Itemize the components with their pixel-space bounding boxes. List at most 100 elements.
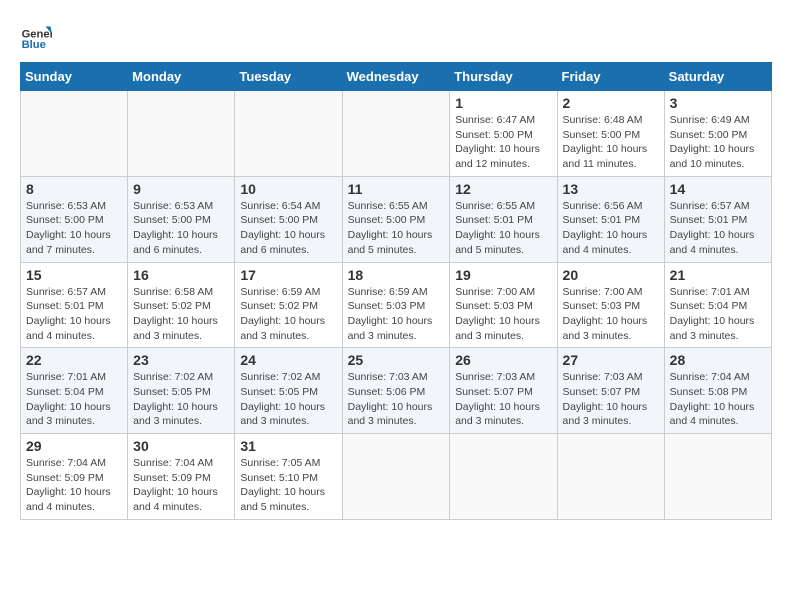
day-cell-30: 30Sunrise: 7:04 AMSunset: 5:09 PMDayligh… — [128, 434, 235, 520]
day-number: 27 — [563, 352, 659, 368]
day-info: Sunrise: 6:57 AMSunset: 5:01 PMDaylight:… — [670, 199, 766, 258]
day-number: 13 — [563, 181, 659, 197]
empty-cell — [128, 91, 235, 177]
day-number: 22 — [26, 352, 122, 368]
day-number: 23 — [133, 352, 229, 368]
day-info: Sunrise: 6:54 AMSunset: 5:00 PMDaylight:… — [240, 199, 336, 258]
logo-icon: General Blue — [20, 20, 52, 52]
day-info: Sunrise: 7:05 AMSunset: 5:10 PMDaylight:… — [240, 456, 336, 515]
col-header-monday: Monday — [128, 63, 235, 91]
day-cell-12: 12Sunrise: 6:55 AMSunset: 5:01 PMDayligh… — [450, 176, 557, 262]
col-header-tuesday: Tuesday — [235, 63, 342, 91]
day-number: 17 — [240, 267, 336, 283]
day-number: 3 — [670, 95, 766, 111]
day-info: Sunrise: 6:49 AMSunset: 5:00 PMDaylight:… — [670, 113, 766, 172]
day-info: Sunrise: 7:01 AMSunset: 5:04 PMDaylight:… — [26, 370, 122, 429]
day-number: 18 — [348, 267, 445, 283]
col-header-wednesday: Wednesday — [342, 63, 450, 91]
empty-cell — [342, 434, 450, 520]
day-cell-29: 29 Sunrise: 7:04 AMSunset: 5:09 PMDayligh… — [21, 434, 128, 520]
day-cell-10: 10 Sunrise: 6:54 AMSunset: 5:00 PMDayligh… — [235, 176, 342, 262]
day-number: 15 — [26, 267, 122, 283]
week-row-5: 29 Sunrise: 7:04 AMSunset: 5:09 PMDayligh… — [21, 434, 772, 520]
day-info: Sunrise: 6:57 AMSunset: 5:01 PMDaylight:… — [26, 285, 122, 344]
day-cell-17: 17 Sunrise: 6:59 AMSunset: 5:02 PMDayligh… — [235, 262, 342, 348]
day-info: Sunrise: 7:00 AMSunset: 5:03 PMDaylight:… — [563, 285, 659, 344]
day-number: 16 — [133, 267, 229, 283]
calendar-table: SundayMondayTuesdayWednesdayThursdayFrid… — [20, 62, 772, 520]
day-cell-24: 24 Sunrise: 7:02 AMSunset: 5:05 PMDayligh… — [235, 348, 342, 434]
day-cell-31: 31Sunrise: 7:05 AMSunset: 5:10 PMDayligh… — [235, 434, 342, 520]
day-number: 24 — [240, 352, 336, 368]
day-info: Sunrise: 6:55 AMSunset: 5:00 PMDaylight:… — [348, 199, 445, 258]
col-header-thursday: Thursday — [450, 63, 557, 91]
day-info: Sunrise: 6:53 AMSunset: 5:00 PMDaylight:… — [26, 199, 122, 258]
empty-cell — [557, 434, 664, 520]
day-info: Sunrise: 6:53 AMSunset: 5:00 PMDaylight:… — [133, 199, 229, 258]
day-number: 8 — [26, 181, 122, 197]
day-cell-19: 19 Sunrise: 7:00 AMSunset: 5:03 PMDayligh… — [450, 262, 557, 348]
col-header-sunday: Sunday — [21, 63, 128, 91]
day-info: Sunrise: 7:04 AMSunset: 5:08 PMDaylight:… — [670, 370, 766, 429]
day-cell-2: 2 Sunrise: 6:48 AMSunset: 5:00 PMDaylight… — [557, 91, 664, 177]
day-cell-27: 27 Sunrise: 7:03 AMSunset: 5:07 PMDayligh… — [557, 348, 664, 434]
day-cell-26: 26 Sunrise: 7:03 AMSunset: 5:07 PMDayligh… — [450, 348, 557, 434]
day-cell-14: 14 Sunrise: 6:57 AMSunset: 5:01 PMDayligh… — [664, 176, 771, 262]
day-cell-25: 25 Sunrise: 7:03 AMSunset: 5:06 PMDayligh… — [342, 348, 450, 434]
day-number: 19 — [455, 267, 551, 283]
day-cell-23: 23 Sunrise: 7:02 AMSunset: 5:05 PMDayligh… — [128, 348, 235, 434]
day-info: Sunrise: 7:03 AMSunset: 5:07 PMDaylight:… — [563, 370, 659, 429]
day-number: 29 — [26, 438, 122, 454]
day-number: 26 — [455, 352, 551, 368]
day-number: 21 — [670, 267, 766, 283]
week-row-3: 15 Sunrise: 6:57 AMSunset: 5:01 PMDayligh… — [21, 262, 772, 348]
day-number: 14 — [670, 181, 766, 197]
day-cell-22: 22 Sunrise: 7:01 AMSunset: 5:04 PMDayligh… — [21, 348, 128, 434]
day-info: Sunrise: 6:47 AMSunset: 5:00 PMDaylight:… — [455, 113, 551, 172]
day-info: Sunrise: 7:02 AMSunset: 5:05 PMDaylight:… — [133, 370, 229, 429]
day-info: Sunrise: 7:01 AMSunset: 5:04 PMDaylight:… — [670, 285, 766, 344]
day-cell-1: 1 Sunrise: 6:47 AMSunset: 5:00 PMDaylight… — [450, 91, 557, 177]
page-header: General Blue — [20, 20, 772, 52]
day-info: Sunrise: 6:59 AMSunset: 5:03 PMDaylight:… — [348, 285, 445, 344]
day-number: 9 — [133, 181, 229, 197]
week-row-2: 8 Sunrise: 6:53 AMSunset: 5:00 PMDaylight… — [21, 176, 772, 262]
day-number: 25 — [348, 352, 445, 368]
day-number: 28 — [670, 352, 766, 368]
day-cell-3: 3 Sunrise: 6:49 AMSunset: 5:00 PMDaylight… — [664, 91, 771, 177]
day-info: Sunrise: 7:03 AMSunset: 5:06 PMDaylight:… — [348, 370, 445, 429]
day-info: Sunrise: 6:48 AMSunset: 5:00 PMDaylight:… — [563, 113, 659, 172]
day-info: Sunrise: 7:04 AMSunset: 5:09 PMDaylight:… — [26, 456, 122, 515]
day-cell-21: 21 Sunrise: 7:01 AMSunset: 5:04 PMDayligh… — [664, 262, 771, 348]
empty-cell — [235, 91, 342, 177]
day-info: Sunrise: 6:59 AMSunset: 5:02 PMDaylight:… — [240, 285, 336, 344]
day-cell-16: 16Sunrise: 6:58 AMSunset: 5:02 PMDayligh… — [128, 262, 235, 348]
calendar-body: 1 Sunrise: 6:47 AMSunset: 5:00 PMDaylight… — [21, 91, 772, 520]
day-number: 2 — [563, 95, 659, 111]
day-cell-15: 15 Sunrise: 6:57 AMSunset: 5:01 PMDayligh… — [21, 262, 128, 348]
col-header-saturday: Saturday — [664, 63, 771, 91]
day-cell-20: 20 Sunrise: 7:00 AMSunset: 5:03 PMDayligh… — [557, 262, 664, 348]
day-number: 11 — [348, 181, 445, 197]
calendar-header: SundayMondayTuesdayWednesdayThursdayFrid… — [21, 63, 772, 91]
empty-cell — [664, 434, 771, 520]
week-row-1: 1 Sunrise: 6:47 AMSunset: 5:00 PMDaylight… — [21, 91, 772, 177]
day-cell-11: 11 Sunrise: 6:55 AMSunset: 5:00 PMDayligh… — [342, 176, 450, 262]
week-row-4: 22 Sunrise: 7:01 AMSunset: 5:04 PMDayligh… — [21, 348, 772, 434]
col-header-friday: Friday — [557, 63, 664, 91]
day-info: Sunrise: 6:56 AMSunset: 5:01 PMDaylight:… — [563, 199, 659, 258]
day-number: 1 — [455, 95, 551, 111]
day-cell-13: 13 Sunrise: 6:56 AMSunset: 5:01 PMDayligh… — [557, 176, 664, 262]
day-cell-9: 9 Sunrise: 6:53 AMSunset: 5:00 PMDaylight… — [128, 176, 235, 262]
day-info: Sunrise: 7:00 AMSunset: 5:03 PMDaylight:… — [455, 285, 551, 344]
day-number: 30 — [133, 438, 229, 454]
day-info: Sunrise: 6:55 AMSunset: 5:01 PMDaylight:… — [455, 199, 551, 258]
day-info: Sunrise: 7:03 AMSunset: 5:07 PMDaylight:… — [455, 370, 551, 429]
logo: General Blue — [20, 20, 56, 52]
day-number: 10 — [240, 181, 336, 197]
day-info: Sunrise: 7:02 AMSunset: 5:05 PMDaylight:… — [240, 370, 336, 429]
day-cell-18: 18 Sunrise: 6:59 AMSunset: 5:03 PMDayligh… — [342, 262, 450, 348]
day-number: 20 — [563, 267, 659, 283]
day-cell-8: 8 Sunrise: 6:53 AMSunset: 5:00 PMDaylight… — [21, 176, 128, 262]
empty-cell — [21, 91, 128, 177]
